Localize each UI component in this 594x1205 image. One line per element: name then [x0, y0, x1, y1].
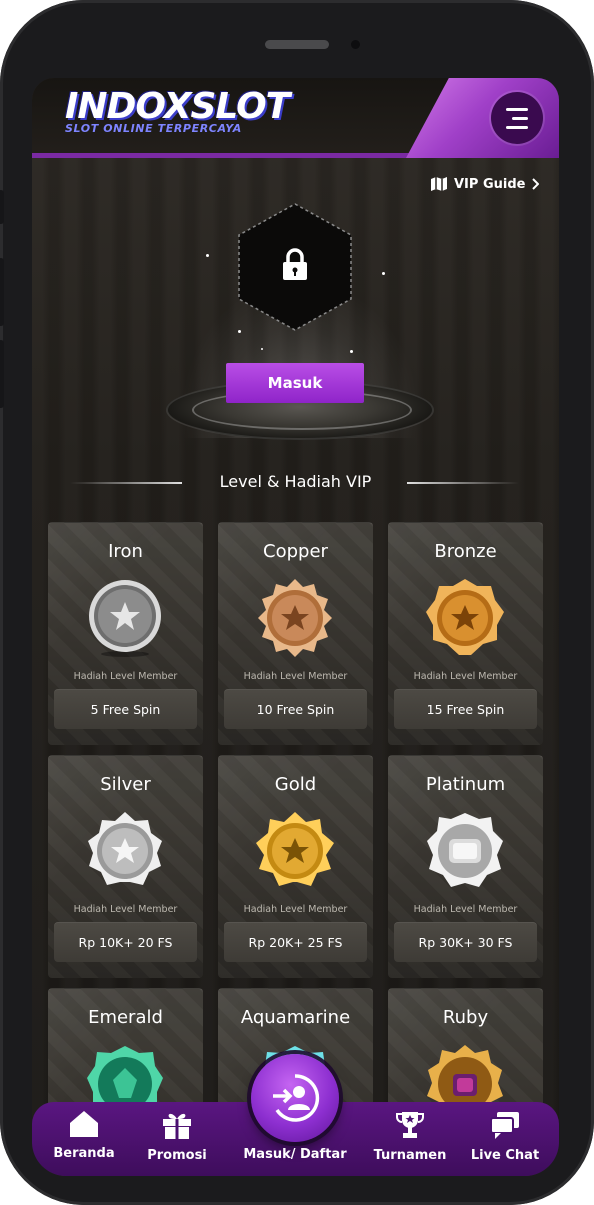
- level-card-copper[interactable]: Copper Hadiah Level Member 10 Free Spin: [218, 522, 373, 745]
- lock-icon: [283, 248, 307, 280]
- bronze-medal-icon: [426, 579, 504, 655]
- level-name: Copper: [263, 541, 328, 562]
- level-name: Aquamarine: [240, 1007, 351, 1028]
- logo-text: INDOXSLOT: [65, 86, 290, 127]
- level-name: Silver: [100, 774, 151, 795]
- nav-home-label: Beranda: [53, 1146, 115, 1161]
- reward-value: 15 Free Spin: [394, 689, 537, 729]
- locked-badge: [235, 202, 355, 336]
- nav-live-chat-label: Live Chat: [470, 1148, 540, 1163]
- level-card-iron[interactable]: Iron Hadiah Level Member 5 Free Spin: [48, 522, 203, 745]
- level-name: Platinum: [425, 774, 506, 795]
- level-name: Bronze: [434, 541, 497, 562]
- reward-value: 5 Free Spin: [54, 689, 197, 729]
- phone-volume-up: [0, 258, 4, 326]
- reward-label: Hadiah Level Member: [243, 671, 348, 682]
- sparkle: [238, 330, 241, 333]
- phone-frame: INDOXSLOT SLOT ONLINE TERPERCAYA VIP Gui…: [0, 0, 594, 1205]
- divider-right: [407, 482, 519, 484]
- sparkle: [382, 272, 385, 275]
- phone-silent-switch: [0, 190, 4, 224]
- reward-value: 10 Free Spin: [224, 689, 367, 729]
- reward-value: Rp 20K+ 25 FS: [224, 922, 367, 962]
- silver-medal-icon: [88, 812, 162, 885]
- reward-label: Hadiah Level Member: [413, 671, 518, 682]
- level-card-platinum[interactable]: Platinum Hadiah Level Member Rp 30K+ 30 …: [388, 755, 543, 978]
- copper-medal-icon: [258, 579, 332, 657]
- reward-label: Hadiah Level Member: [243, 904, 348, 915]
- level-name: Iron: [108, 541, 143, 562]
- map-icon: [431, 177, 447, 191]
- phone-camera: [351, 40, 360, 49]
- sparkle: [261, 348, 263, 350]
- reward-label: Hadiah Level Member: [413, 904, 518, 915]
- nav-live-chat[interactable]: Live Chat: [460, 1110, 550, 1163]
- iron-medal-icon: [89, 580, 161, 657]
- level-card-silver[interactable]: Silver Hadiah Level Member Rp 10K+ 20 FS: [48, 755, 203, 978]
- vip-guide-label: VIP Guide: [454, 176, 526, 192]
- login-button[interactable]: Masuk: [226, 363, 364, 403]
- sparkle: [206, 254, 209, 257]
- reward-label: Hadiah Level Member: [73, 671, 178, 682]
- login-register-label: Masuk/ Daftar: [243, 1147, 347, 1162]
- platinum-medal-icon: [427, 813, 503, 887]
- reward-label: Hadiah Level Member: [73, 904, 178, 915]
- reward-value: Rp 30K+ 30 FS: [394, 922, 537, 962]
- chevron-right-icon: [532, 178, 540, 190]
- level-card-bronze[interactable]: Bronze Hadiah Level Member 15 Free Spin: [388, 522, 543, 745]
- site-logo[interactable]: INDOXSLOT SLOT ONLINE TERPERCAYA: [65, 86, 290, 136]
- home-icon: [70, 1111, 98, 1137]
- app-screen: INDOXSLOT SLOT ONLINE TERPERCAYA VIP Gui…: [32, 78, 559, 1176]
- app-header: INDOXSLOT SLOT ONLINE TERPERCAYA: [32, 78, 559, 158]
- trophy-icon: [396, 1112, 424, 1138]
- vip-guide-link[interactable]: VIP Guide: [430, 176, 540, 192]
- nav-promo[interactable]: Promosi: [132, 1110, 222, 1163]
- level-name: Emerald: [88, 1007, 163, 1028]
- sparkle: [350, 350, 353, 353]
- reward-value: Rp 10K+ 20 FS: [54, 922, 197, 962]
- phone-volume-down: [0, 340, 4, 408]
- gold-medal-icon: [256, 812, 334, 886]
- chat-icon: [490, 1112, 519, 1139]
- nav-promo-label: Promosi: [147, 1148, 207, 1163]
- gift-icon: [163, 1113, 191, 1139]
- level-card-gold[interactable]: Gold Hadiah Level Member Rp 20K+ 25 FS: [218, 755, 373, 978]
- hamburger-menu-icon[interactable]: [491, 92, 543, 144]
- nav-tournament-label: Turnamen: [373, 1148, 447, 1163]
- login-register-button[interactable]: [251, 1054, 339, 1142]
- user-login-icon: [273, 1074, 320, 1122]
- level-name: Gold: [274, 774, 317, 795]
- phone-speaker: [265, 40, 329, 49]
- level-name: Ruby: [442, 1007, 489, 1028]
- nav-home[interactable]: Beranda: [39, 1110, 129, 1161]
- nav-tournament[interactable]: Turnamen: [365, 1110, 455, 1163]
